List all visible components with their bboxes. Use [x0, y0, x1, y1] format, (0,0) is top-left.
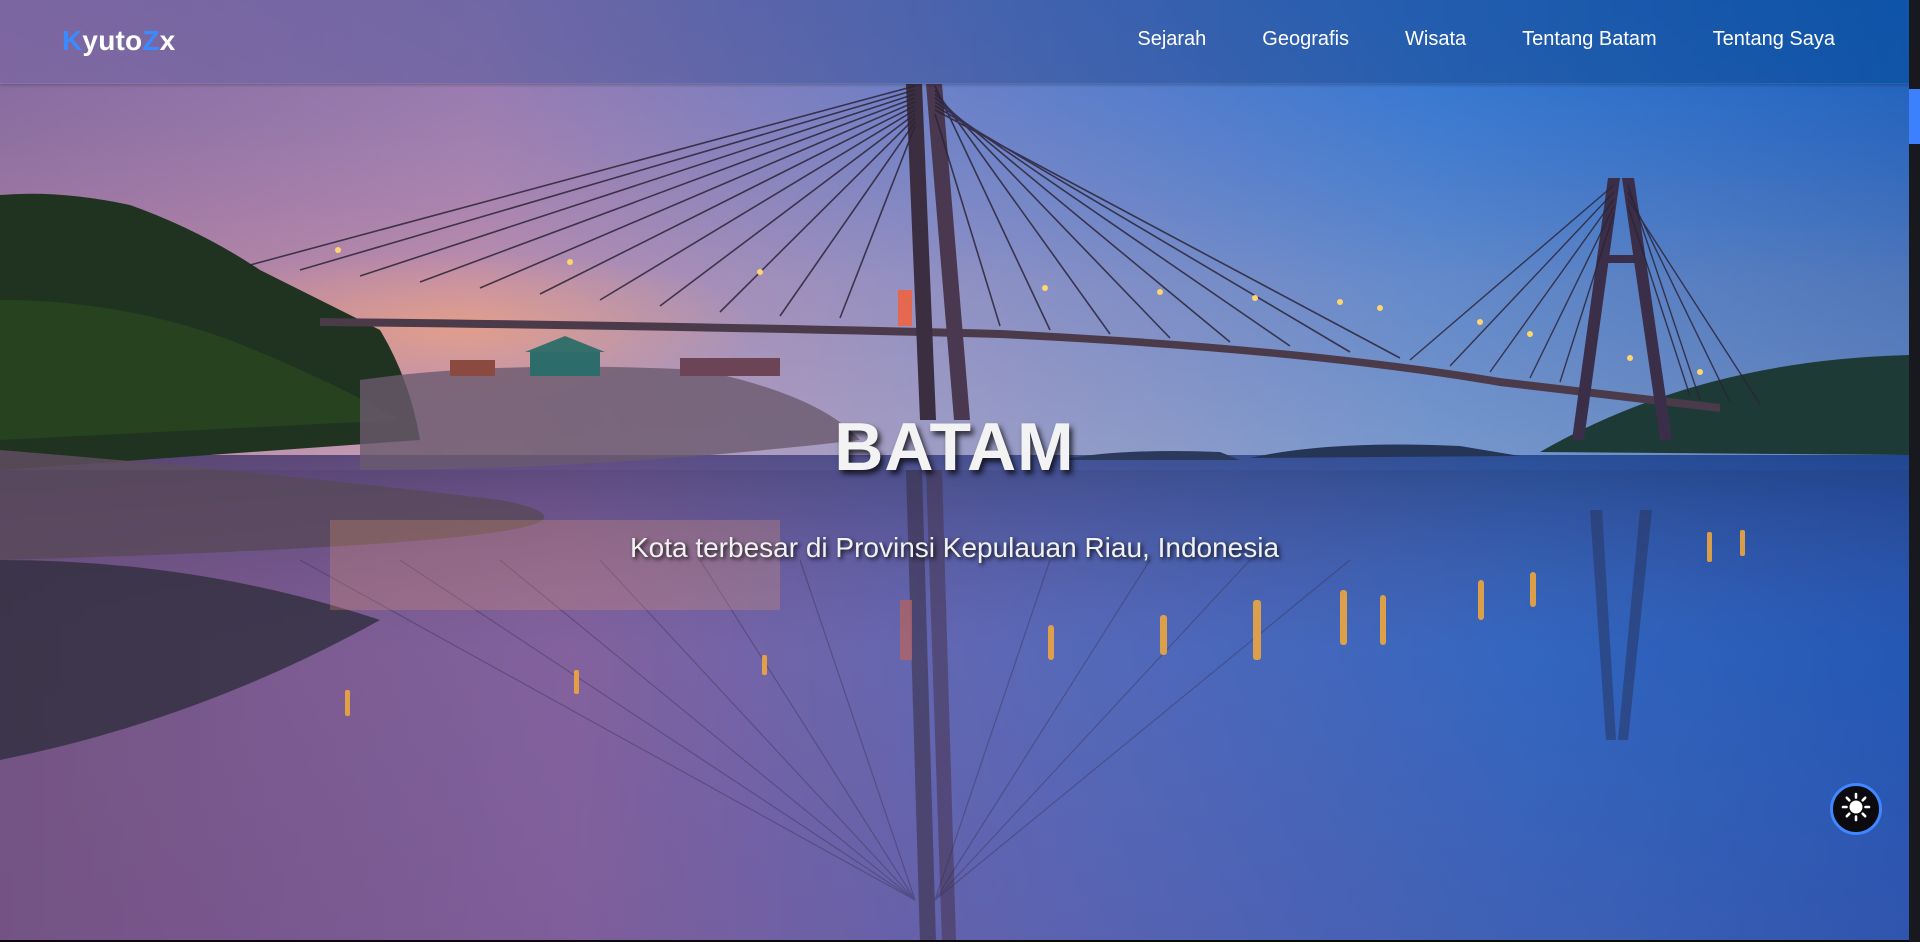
nav-link-wisata[interactable]: Wisata [1405, 28, 1466, 51]
nav-link-sejarah[interactable]: Sejarah [1137, 28, 1206, 51]
hero-subtitle: Kota terbesar di Provinsi Kepulauan Riau… [629, 532, 1280, 563]
theme-toggle-button[interactable] [1830, 783, 1882, 835]
logo-letter-x: x [159, 25, 176, 56]
brand-logo[interactable]: KyutoZx [62, 25, 175, 57]
nav-link-tentang-saya[interactable]: Tentang Saya [1713, 28, 1835, 51]
page: KyutoZx Sejarah Geografis Wisata Tentang… [0, 0, 1920, 942]
nav-link-geografis[interactable]: Geografis [1262, 28, 1349, 51]
sun-icon [1841, 792, 1871, 827]
logo-letter-z: Z [142, 25, 160, 56]
navbar: KyutoZx Sejarah Geografis Wisata Tentang… [0, 0, 1909, 84]
logo-text-yuto: yuto [82, 25, 143, 56]
nav-links: Sejarah Geografis Wisata Tentang Batam T… [1137, 28, 1835, 51]
scrollbar-thumb[interactable] [1909, 89, 1920, 144]
logo-letter-k: K [62, 25, 83, 56]
hero-title: BATAM [834, 409, 1075, 485]
nav-link-tentang-batam[interactable]: Tentang Batam [1522, 28, 1657, 51]
